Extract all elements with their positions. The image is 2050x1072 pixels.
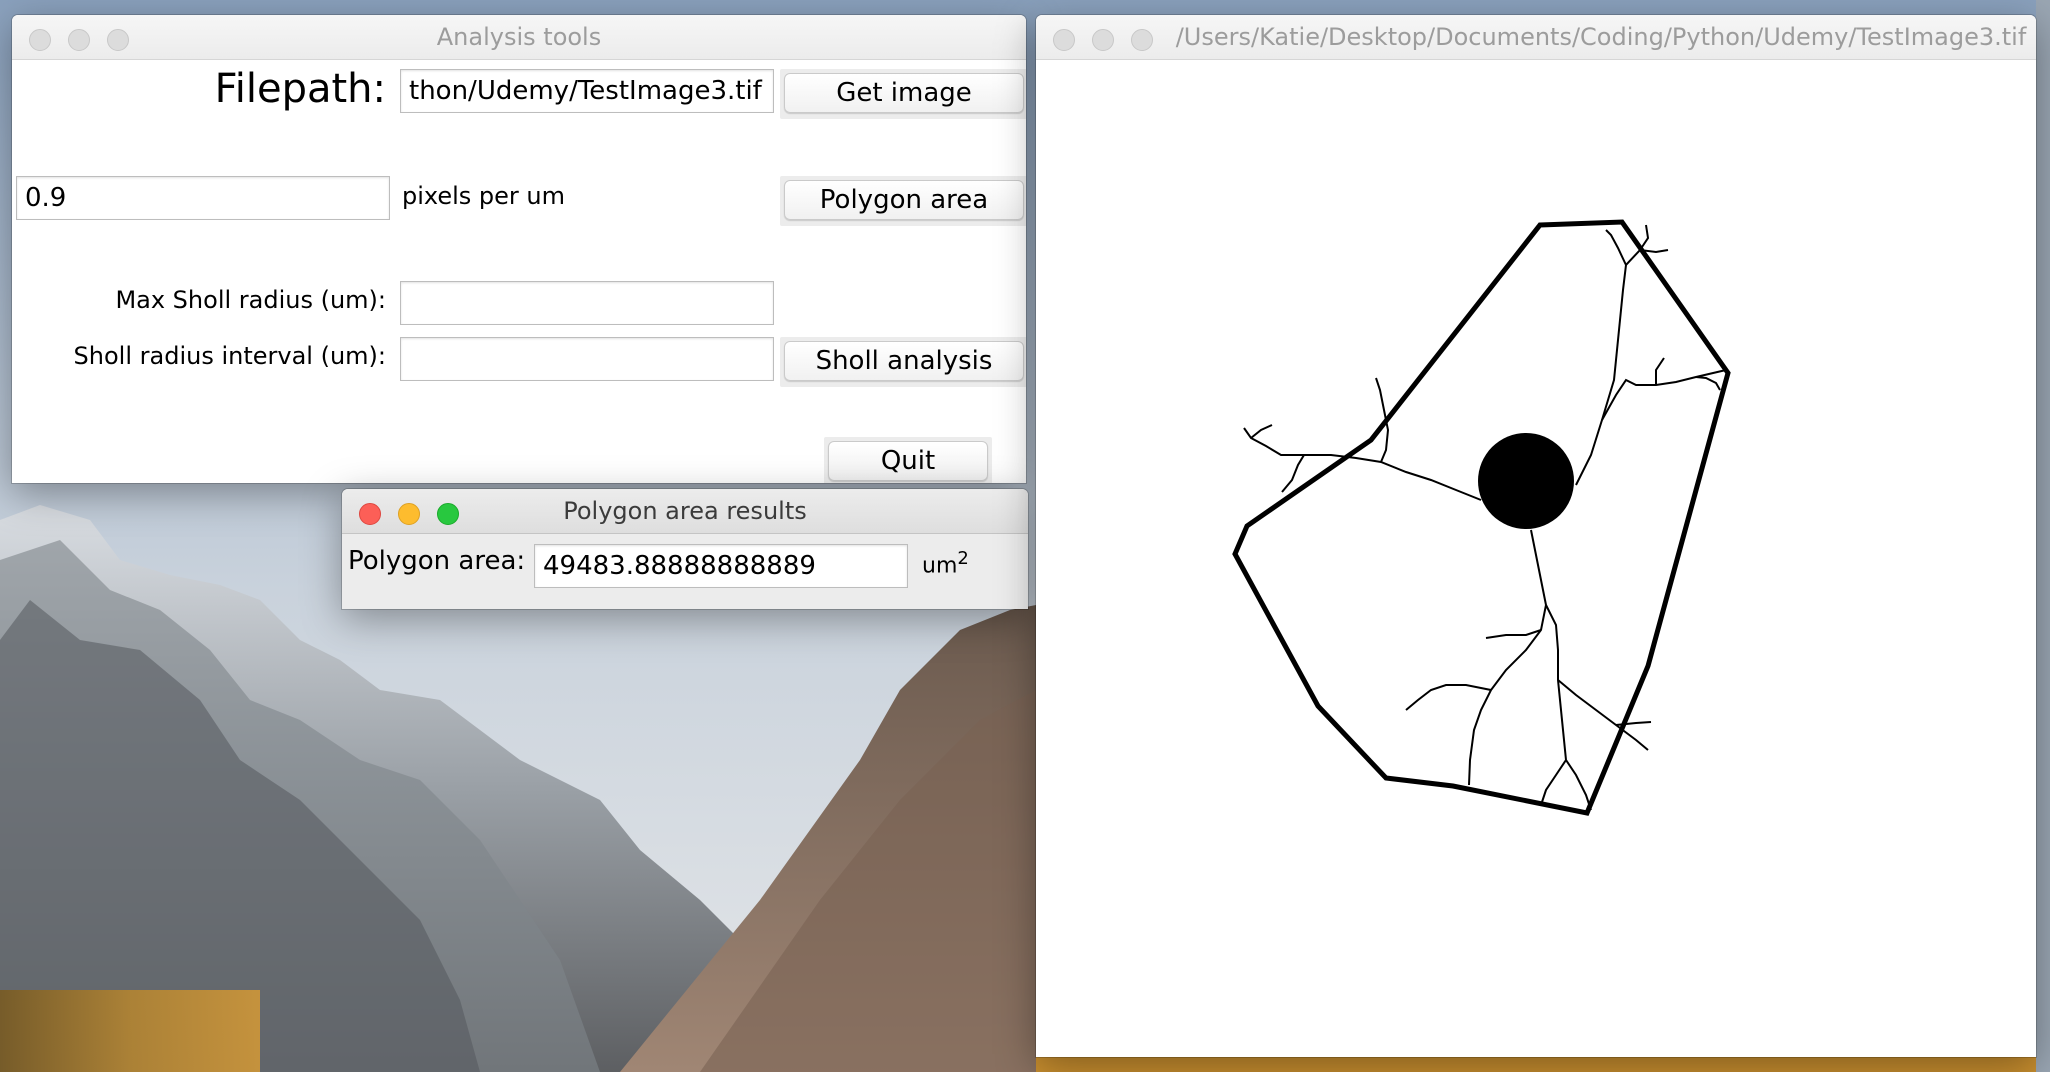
convex-hull-polygon <box>1232 219 1731 816</box>
area-unit-label: um2 <box>922 548 969 578</box>
sholl-analysis-button[interactable]: Sholl analysis <box>784 341 1024 381</box>
soma-circle <box>1478 433 1574 529</box>
window-title: Analysis tools <box>436 23 602 51</box>
results-titlebar[interactable]: Polygon area results <box>342 489 1028 534</box>
area-unit-base: um <box>922 553 958 579</box>
polygon-area-output[interactable] <box>534 544 908 588</box>
max-sholl-radius-input[interactable] <box>400 281 774 325</box>
polygon-area-label: Polygon area: <box>348 546 526 576</box>
image-viewer-window: /Users/Katie/Desktop/Documents/Coding/Py… <box>1036 15 2036 1057</box>
pixels-per-um-input[interactable] <box>16 176 390 220</box>
analysis-tools-titlebar[interactable]: Analysis tools <box>12 15 1026 60</box>
max-sholl-radius-label: Max Sholl radius (um): <box>115 286 386 314</box>
sholl-interval-input[interactable] <box>400 337 774 381</box>
get-image-button[interactable]: Get image <box>784 73 1024 113</box>
polygon-area-button[interactable]: Polygon area <box>784 180 1024 220</box>
neuron-polygon-image <box>1232 219 1731 816</box>
area-unit-exponent: 2 <box>957 548 969 569</box>
image-canvas <box>1036 60 2036 1057</box>
close-button-icon[interactable] <box>1053 29 1075 51</box>
quit-button[interactable]: Quit <box>828 441 988 481</box>
filepath-input[interactable] <box>400 69 774 113</box>
results-content: Polygon area: um2 <box>342 534 1028 609</box>
window-title: /Users/Katie/Desktop/Documents/Coding/Py… <box>1175 23 2027 51</box>
analysis-tools-content: Filepath: Get image pixels per um Polygo… <box>12 60 1026 483</box>
dendrite-traces <box>1243 224 1727 811</box>
zoom-button-icon[interactable] <box>1131 29 1153 51</box>
pixels-per-um-label: pixels per um <box>402 182 566 210</box>
window-title: Polygon area results <box>563 497 807 525</box>
sholl-interval-label: Sholl radius interval (um): <box>73 342 386 370</box>
image-viewer-titlebar[interactable]: /Users/Katie/Desktop/Documents/Coding/Py… <box>1036 15 2036 60</box>
minimize-button-icon[interactable] <box>1092 29 1114 51</box>
analysis-tools-window: Analysis tools Filepath: Get image pixel… <box>12 15 1026 483</box>
polygon-area-results-window: Polygon area results Polygon area: um2 <box>342 489 1028 609</box>
filepath-label: Filepath: <box>214 66 386 112</box>
